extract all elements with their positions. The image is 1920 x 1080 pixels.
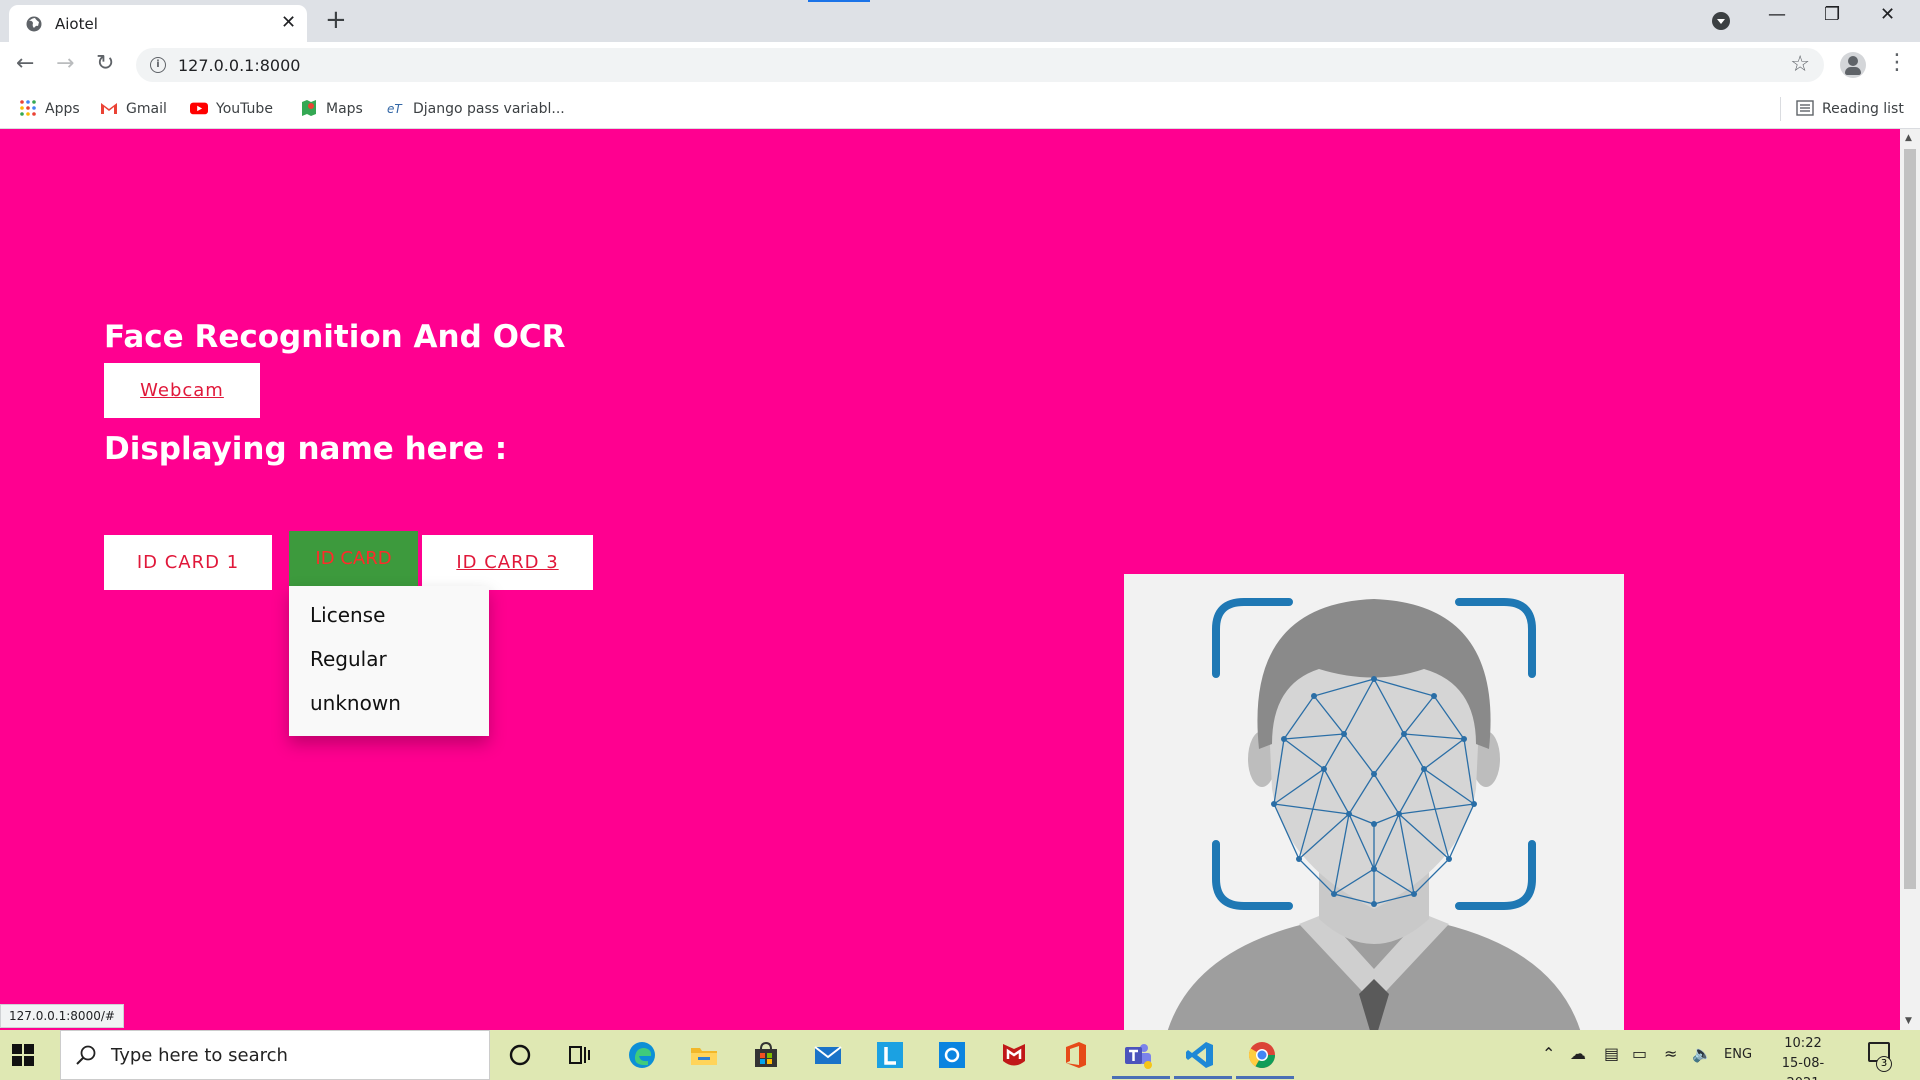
mail-icon[interactable] (812, 1039, 844, 1071)
vscode-active-indicator (1174, 1076, 1232, 1079)
onedrive-cloud-icon[interactable]: ☁ (1570, 1044, 1586, 1063)
clock-date: 15-08-2021 (1781, 1056, 1825, 1080)
dropdown-item-unknown[interactable]: unknown (310, 691, 401, 715)
chrome-icon[interactable] (1246, 1039, 1278, 1071)
file-explorer-icon[interactable] (688, 1039, 720, 1071)
mcafee-icon[interactable] (998, 1039, 1030, 1071)
volume-icon[interactable]: 🔈 (1692, 1044, 1712, 1063)
reading-list-button[interactable]: Reading list (1796, 99, 1904, 119)
search-icon (76, 1045, 96, 1065)
browser-tab[interactable]: Aiotel ✕ (9, 5, 307, 42)
page-scrollbar[interactable]: ▲ ▼ (1900, 129, 1920, 1030)
letter-l-app-icon[interactable] (874, 1039, 906, 1071)
clock-time: 10:22 (1784, 1036, 1822, 1051)
device-icon[interactable]: ▤ (1604, 1044, 1619, 1063)
site-favicon-icon: eT (387, 102, 403, 116)
menu-kebab-icon[interactable]: ⋮ (1886, 50, 1908, 75)
chrome-active-indicator (1236, 1076, 1294, 1079)
tab-title: Aiotel (55, 15, 98, 33)
bookmark-separator (1780, 97, 1781, 121)
scroll-up-arrow-icon[interactable]: ▲ (1905, 133, 1912, 143)
task-view-icon[interactable] (564, 1039, 596, 1071)
taskbar-clock[interactable]: 10:22 15-08-2021 (1768, 1034, 1838, 1080)
windows-start-icon[interactable] (12, 1044, 34, 1066)
vscode-icon[interactable] (1184, 1039, 1216, 1071)
maximize-button[interactable]: ❐ (1824, 4, 1840, 25)
taskbar-search-box[interactable]: Type here to search (60, 1030, 490, 1080)
site-info-icon[interactable]: i (150, 57, 166, 73)
address-bar[interactable]: i 127.0.0.1:8000 ☆ (136, 48, 1824, 82)
forward-arrow-icon[interactable]: → (56, 52, 74, 76)
tray-overflow-chevron-icon[interactable]: ⌃ (1542, 1044, 1555, 1063)
page-title: Face Recognition And OCR (104, 319, 566, 355)
battery-icon[interactable]: ▭ (1632, 1044, 1647, 1063)
svg-text:eT: eT (387, 102, 403, 116)
id-card-dropdown-menu: License Regular unknown (289, 586, 489, 736)
new-tab-button[interactable]: + (325, 6, 347, 34)
search-placeholder: Type here to search (111, 1045, 288, 1066)
wifi-icon[interactable]: ≈ (1664, 1044, 1677, 1063)
teams-icon[interactable] (1122, 1039, 1154, 1071)
bookmark-label: Maps (326, 101, 363, 117)
language-indicator[interactable]: ENG (1724, 1047, 1752, 1062)
profile-avatar-icon[interactable] (1840, 52, 1866, 78)
microsoft-store-icon[interactable] (750, 1039, 782, 1071)
office-icon[interactable] (1060, 1039, 1092, 1071)
bookmark-star-icon[interactable]: ☆ (1790, 52, 1810, 77)
bookmark-django[interactable]: eT Django pass variabl... (387, 99, 565, 119)
apps-grid-icon (20, 100, 36, 116)
bookmark-label: Django pass variabl... (413, 101, 565, 117)
face-recognition-image (1124, 574, 1624, 1030)
bookmark-label: YouTube (216, 101, 273, 117)
bookmark-gmail[interactable]: Gmail (100, 99, 167, 119)
youtube-icon (190, 102, 208, 115)
windows-taskbar: Type here to search ⌃ ☁ ▤ ▭ ≈ 🔈 ENG 10:2… (0, 1030, 1920, 1080)
reload-icon[interactable]: ↻ (96, 52, 114, 76)
dropdown-item-license[interactable]: License (310, 603, 385, 627)
dropdown-item-regular[interactable]: Regular (310, 647, 387, 671)
bookmark-apps[interactable]: Apps (19, 99, 80, 119)
cortana-icon[interactable] (504, 1039, 536, 1071)
id-card-3-button[interactable]: ID CARD 3 (422, 535, 593, 590)
page-content: Face Recognition And OCR Webcam Displayi… (0, 129, 1900, 1030)
tab-strip-accent (808, 0, 870, 2)
bookmark-label: Apps (45, 101, 80, 117)
globe-icon (26, 16, 42, 32)
bookmark-youtube[interactable]: YouTube (190, 99, 273, 119)
webcam-button[interactable]: Webcam (104, 363, 260, 418)
teams-active-indicator (1112, 1076, 1170, 1079)
notification-count-badge: 3 (1876, 1056, 1892, 1072)
id-card-dropdown-button[interactable]: ID CARD (289, 531, 418, 586)
tab-close-icon[interactable]: ✕ (281, 13, 296, 33)
scrollbar-thumb[interactable] (1904, 149, 1916, 889)
reading-list-icon (1796, 100, 1814, 116)
maps-icon (302, 100, 316, 116)
minimize-button[interactable]: — (1768, 4, 1786, 25)
name-display-heading: Displaying name here : (104, 431, 508, 467)
back-arrow-icon[interactable]: ← (16, 52, 34, 76)
tab-search-icon[interactable] (1712, 12, 1730, 30)
bookmark-label: Gmail (126, 101, 167, 117)
blue-app-icon[interactable] (936, 1039, 968, 1071)
reading-list-label: Reading list (1822, 101, 1904, 117)
bookmark-maps[interactable]: Maps (300, 99, 363, 119)
edge-browser-icon[interactable] (626, 1039, 658, 1071)
browser-toolbar: ← → ↻ i 127.0.0.1:8000 ☆ ⋮ (0, 42, 1920, 89)
browser-tab-bar: Aiotel ✕ + — ❐ ✕ (0, 0, 1920, 42)
gmail-icon (101, 103, 117, 114)
status-bar-url: 127.0.0.1:8000/# (0, 1004, 124, 1028)
url-text[interactable]: 127.0.0.1:8000 (178, 56, 300, 75)
id-card-1-button[interactable]: ID CARD 1 (104, 535, 272, 590)
close-window-button[interactable]: ✕ (1880, 4, 1895, 25)
scroll-down-arrow-icon[interactable]: ▼ (1905, 1016, 1912, 1026)
bookmarks-bar: Apps Gmail YouTube Maps eT Django pass v… (0, 89, 1920, 129)
face-scan-illustration (1167, 598, 1581, 1030)
